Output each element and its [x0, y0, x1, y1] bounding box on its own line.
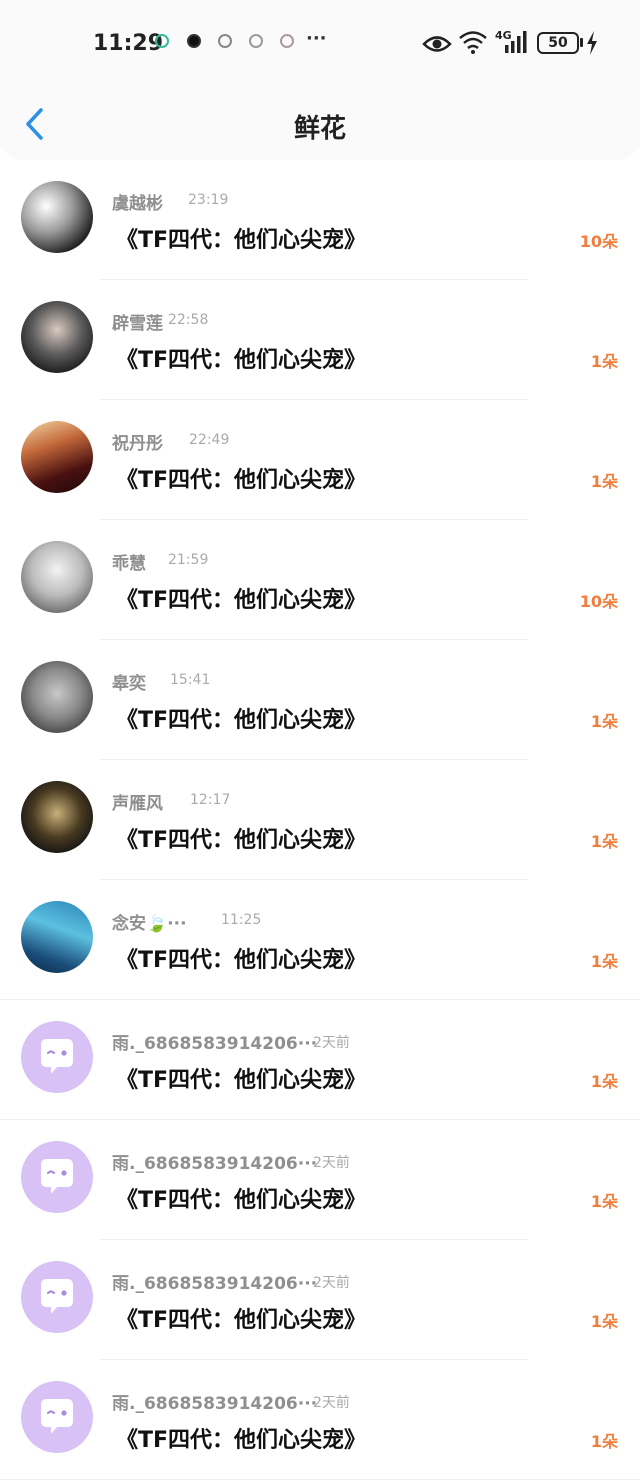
- notification-icon: [280, 34, 294, 48]
- default-avatar-icon: [41, 1039, 73, 1074]
- status-time: 11:29: [93, 31, 164, 56]
- flower-count: 1朵: [590, 1432, 618, 1451]
- user-name: 祝丹彤: [112, 434, 163, 454]
- signal-icon: [505, 31, 527, 53]
- user-name: 声雁风: [112, 794, 163, 814]
- list-item[interactable]: 雨._6868583914206··· 2天前 《TF四代：他们心尖宠》 1朵: [0, 1360, 640, 1480]
- user-name: 念安🍃···: [112, 914, 187, 934]
- flower-count: 1朵: [590, 472, 618, 491]
- list-item[interactable]: 雨._6868583914206··· 2天前 《TF四代：他们心尖宠》 1朵: [0, 1120, 640, 1240]
- default-avatar-icon: [41, 1279, 73, 1314]
- avatar[interactable]: [21, 781, 93, 853]
- notification-icon: [218, 34, 232, 48]
- flower-count: 1朵: [590, 1312, 618, 1331]
- timestamp: 21:59: [168, 552, 209, 568]
- timestamp: 23:19: [188, 192, 229, 208]
- user-name: 辟雪莲: [112, 314, 163, 334]
- timestamp: 2天前: [313, 1155, 350, 1171]
- wifi-icon: [459, 31, 487, 54]
- list-item[interactable]: 声雁风 12:17 《TF四代：他们心尖宠》 1朵: [0, 760, 640, 880]
- work-title: 《TF四代：他们心尖宠》: [116, 588, 367, 613]
- user-name: 虞越彬: [112, 194, 163, 214]
- flower-count: 1朵: [590, 1192, 618, 1211]
- list-item[interactable]: 辟雪莲 22:58 《TF四代：他们心尖宠》 1朵: [0, 280, 640, 400]
- avatar[interactable]: [21, 1261, 93, 1333]
- flower-count: 1朵: [590, 1072, 618, 1091]
- avatar[interactable]: [21, 901, 93, 973]
- notification-icon: [155, 34, 169, 48]
- avatar[interactable]: [21, 1381, 93, 1453]
- timestamp: 22:49: [189, 432, 230, 448]
- timestamp: 15:41: [170, 672, 211, 688]
- flower-count: 1朵: [590, 352, 618, 371]
- work-title: 《TF四代：他们心尖宠》: [116, 1308, 367, 1333]
- avatar[interactable]: [21, 541, 93, 613]
- list-item[interactable]: 虞越彬 23:19 《TF四代：他们心尖宠》 10朵: [0, 160, 640, 280]
- list-item[interactable]: 雨._6868583914206··· 2天前 《TF四代：他们心尖宠》 1朵: [0, 1240, 640, 1360]
- timestamp: 11:25: [221, 912, 262, 928]
- avatar[interactable]: [21, 1141, 93, 1213]
- flower-count: 1朵: [590, 712, 618, 731]
- work-title: 《TF四代：他们心尖宠》: [116, 828, 367, 853]
- list-item[interactable]: 皋奕 15:41 《TF四代：他们心尖宠》 1朵: [0, 640, 640, 760]
- avatar[interactable]: [21, 1021, 93, 1093]
- notification-icon: [249, 34, 263, 48]
- avatar[interactable]: [21, 421, 93, 493]
- timestamp: 2天前: [313, 1035, 350, 1051]
- work-title: 《TF四代：他们心尖宠》: [116, 948, 367, 973]
- page-title: 鲜花: [293, 114, 346, 144]
- list-item[interactable]: 乖慧 21:59 《TF四代：他们心尖宠》 10朵: [0, 520, 640, 640]
- flower-count: 10朵: [579, 592, 618, 611]
- flower-count: 1朵: [590, 832, 618, 851]
- work-title: 《TF四代：他们心尖宠》: [116, 1068, 367, 1093]
- status-bar: 11:29 ··· 4G 50: [0, 0, 640, 90]
- work-title: 《TF四代：他们心尖宠》: [116, 1188, 367, 1213]
- user-name: 雨._6868583914206···: [112, 1394, 318, 1414]
- user-name: 乖慧: [112, 554, 146, 574]
- battery-icon: 50: [537, 32, 579, 54]
- more-notifications-icon: ···: [306, 28, 327, 49]
- work-title: 《TF四代：他们心尖宠》: [116, 1428, 367, 1453]
- flower-list: 虞越彬 23:19 《TF四代：他们心尖宠》 10朵 辟雪莲 22:58 《TF…: [0, 160, 640, 1480]
- list-item[interactable]: 念安🍃··· 11:25 《TF四代：他们心尖宠》 1朵: [0, 880, 640, 1000]
- default-avatar-icon: [41, 1159, 73, 1194]
- avatar[interactable]: [21, 301, 93, 373]
- work-title: 《TF四代：他们心尖宠》: [116, 708, 367, 733]
- header: 11:29 ··· 4G 50 鲜花: [0, 0, 640, 158]
- flower-count: 1朵: [590, 952, 618, 971]
- timestamp: 22:58: [168, 312, 209, 328]
- list-item[interactable]: 雨._6868583914206··· 2天前 《TF四代：他们心尖宠》 1朵: [0, 1000, 640, 1120]
- battery-cap: [580, 38, 583, 47]
- timestamp: 12:17: [190, 792, 231, 808]
- notification-icon: [187, 34, 201, 48]
- work-title: 《TF四代：他们心尖宠》: [116, 228, 367, 253]
- avatar[interactable]: [21, 181, 93, 253]
- timestamp: 2天前: [313, 1395, 350, 1411]
- work-title: 《TF四代：他们心尖宠》: [116, 468, 367, 493]
- timestamp: 2天前: [313, 1275, 350, 1291]
- default-avatar-icon: [41, 1399, 73, 1434]
- work-title: 《TF四代：他们心尖宠》: [116, 348, 367, 373]
- flower-count: 10朵: [579, 232, 618, 251]
- user-name: 雨._6868583914206···: [112, 1274, 318, 1294]
- user-name: 雨._6868583914206···: [112, 1154, 318, 1174]
- list-item[interactable]: 祝丹彤 22:49 《TF四代：他们心尖宠》 1朵: [0, 400, 640, 520]
- eye-icon: [422, 36, 452, 52]
- charging-icon: [587, 31, 597, 55]
- user-name: 雨._6868583914206···: [112, 1034, 318, 1054]
- avatar[interactable]: [21, 661, 93, 733]
- user-name: 皋奕: [112, 674, 146, 694]
